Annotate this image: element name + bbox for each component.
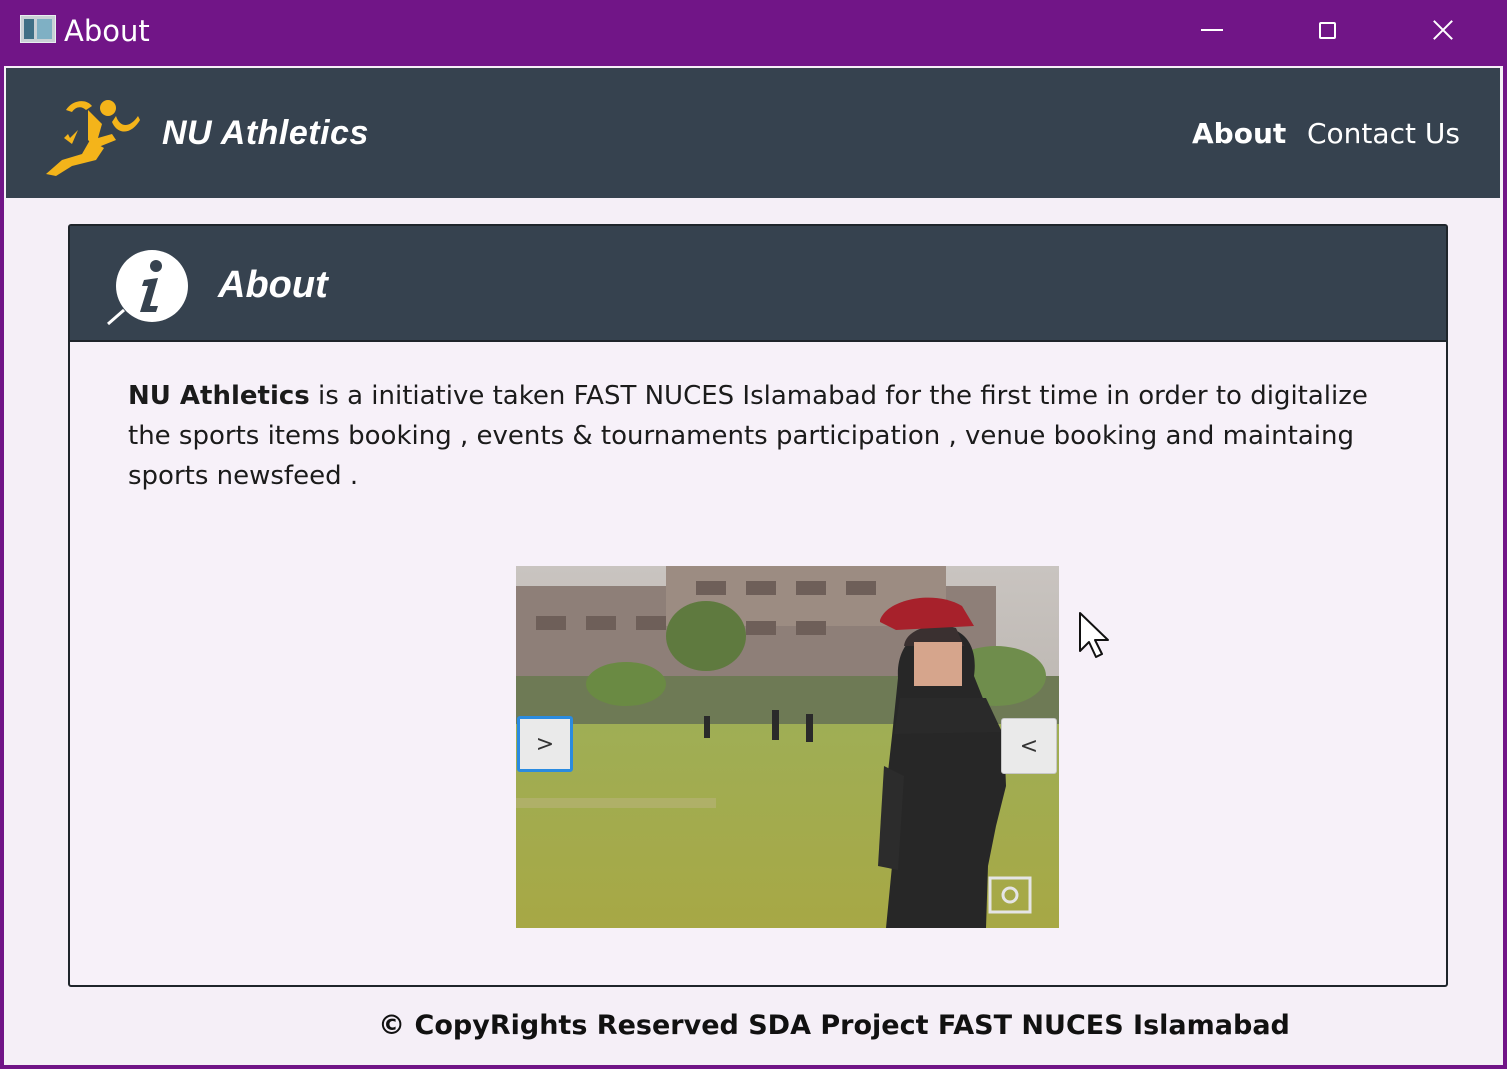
close-button[interactable] — [1413, 6, 1473, 54]
navbar: NU Athletics About Contact Us — [6, 68, 1500, 198]
title-bar[interactable]: About — [0, 0, 1507, 64]
brand-name: NU Athletics — [162, 114, 369, 152]
close-icon — [1431, 18, 1455, 42]
about-brand-strong: NU Athletics — [128, 381, 310, 411]
window-title: About — [64, 14, 150, 48]
runner-icon — [46, 100, 140, 176]
minimize-icon — [1201, 29, 1223, 31]
about-panel: About NU Athletics is a initiative taken… — [68, 224, 1448, 987]
panel-title: About — [218, 264, 328, 306]
carousel-prev-button[interactable]: < — [1001, 718, 1057, 774]
cricket-player-photo — [516, 566, 1059, 928]
mouse-cursor-icon — [1079, 612, 1109, 658]
footer-copyright: © CopyRights Reserved SDA Project FAST N… — [378, 1010, 1290, 1041]
about-description: NU Athletics is a initiative taken FAST … — [128, 376, 1398, 496]
client-area: NU Athletics About Contact Us About NU A… — [4, 66, 1503, 1065]
app-window: About NU Athletics About Contact Us Abou… — [0, 0, 1507, 1069]
carousel-next-button[interactable]: > — [517, 716, 573, 772]
app-icon — [20, 15, 56, 43]
maximize-button[interactable] — [1297, 6, 1357, 54]
nav-link-about[interactable]: About — [1192, 117, 1286, 150]
about-panel-header: About — [70, 226, 1446, 342]
info-icon — [107, 250, 188, 326]
nav-link-contact-us[interactable]: Contact Us — [1307, 117, 1460, 150]
image-carousel: > < — [516, 566, 1059, 928]
about-description-text: is a initiative taken FAST NUCES Islamab… — [128, 381, 1368, 491]
maximize-icon — [1318, 21, 1336, 39]
minimize-button[interactable] — [1182, 6, 1242, 54]
